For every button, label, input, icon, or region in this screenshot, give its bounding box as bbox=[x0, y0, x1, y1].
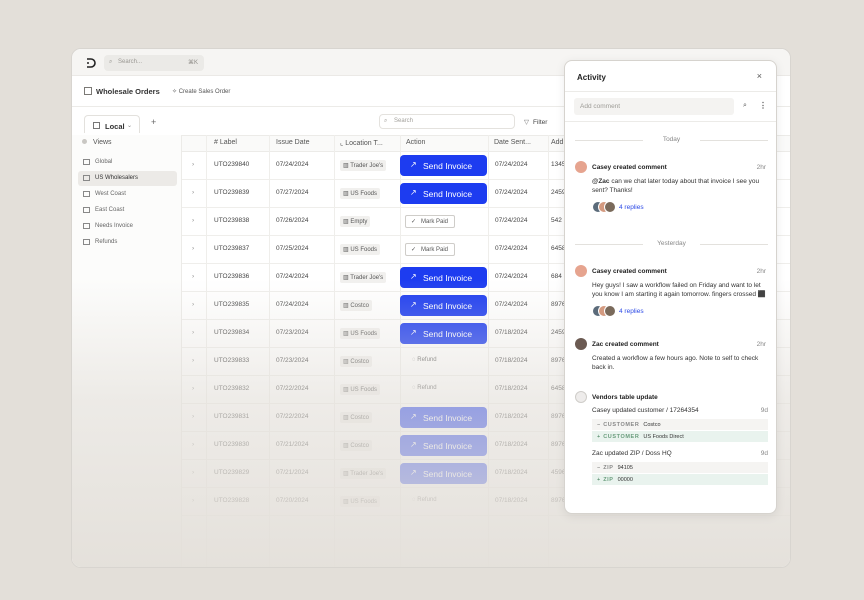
order-label: UTO239840 bbox=[214, 161, 250, 168]
diff-removed: − ZIP 94105 bbox=[592, 462, 768, 473]
column-header-issue-date[interactable]: Issue Date bbox=[276, 135, 309, 151]
issue-date: 07/27/2024 bbox=[276, 189, 309, 196]
table-icon bbox=[83, 223, 90, 229]
table-icon bbox=[83, 191, 90, 197]
sidebar-item-refunds[interactable]: Refunds bbox=[78, 235, 177, 250]
issue-date: 07/25/2024 bbox=[276, 245, 309, 252]
add-comment-input[interactable]: Add comment bbox=[574, 98, 734, 115]
entry-time: 2hr bbox=[756, 268, 766, 275]
date-sent: 07/24/2024 bbox=[495, 245, 528, 252]
entry-time: 2hr bbox=[756, 164, 766, 171]
comment-body: @Zac can we chat later today about that … bbox=[592, 178, 760, 194]
create-sales-order-button[interactable]: ✧ Create Sales Order bbox=[172, 88, 230, 95]
update-line: Zac updated ZIP / Doss HQ 9d bbox=[592, 450, 768, 457]
entry-title: Zac created comment bbox=[592, 341, 659, 348]
entry-title: Vendors table update bbox=[592, 394, 658, 401]
database-icon bbox=[575, 391, 587, 403]
order-label: UTO239838 bbox=[214, 217, 250, 224]
location-tag: ▥ US Foods bbox=[340, 244, 381, 255]
check-icon: ✓ bbox=[411, 247, 417, 253]
views-heading: Views bbox=[82, 139, 112, 146]
day-divider-yesterday: Yesterday bbox=[575, 240, 768, 250]
table-icon bbox=[83, 207, 90, 213]
filter-button[interactable]: ▽ Filter bbox=[524, 118, 547, 126]
location-tag: ▥ Trader Joe's bbox=[340, 160, 387, 171]
table-icon bbox=[83, 175, 90, 181]
date-sent: 07/24/2024 bbox=[495, 161, 528, 168]
sidebar-item-global[interactable]: Global bbox=[78, 155, 177, 170]
more-options-icon[interactable]: ⋮ bbox=[759, 101, 767, 110]
table-icon bbox=[83, 239, 90, 245]
send-invoice-button[interactable]: ↗Send Invoice bbox=[400, 155, 487, 176]
entry-title: Casey created comment bbox=[592, 268, 667, 275]
column-header-action[interactable]: Action bbox=[406, 135, 425, 151]
tab-local[interactable]: Local ⌄ bbox=[84, 115, 140, 133]
table-icon bbox=[84, 87, 92, 95]
add-tab-button[interactable]: + bbox=[151, 117, 156, 127]
order-label: UTO239839 bbox=[214, 189, 250, 196]
table-icon bbox=[93, 122, 100, 129]
views-dot-icon bbox=[82, 139, 87, 144]
order-label: UTO239837 bbox=[214, 245, 250, 252]
entry-title: Casey created comment bbox=[592, 164, 667, 171]
avatar bbox=[575, 338, 587, 350]
expand-row-icon[interactable]: › bbox=[192, 217, 194, 224]
column-header-label[interactable]: # Label bbox=[214, 135, 237, 151]
search-icon: ⌕ bbox=[109, 59, 113, 65]
column-header-address[interactable]: Add bbox=[551, 135, 563, 151]
send-invoice-button[interactable]: ↗Send Invoice bbox=[400, 183, 487, 204]
close-icon[interactable]: × bbox=[757, 71, 762, 81]
entry-time: 2hr bbox=[756, 341, 766, 348]
column-header-date-sent[interactable]: Date Sent... bbox=[494, 135, 531, 151]
comment-body: Hey guys! I saw a workflow failed on Fri… bbox=[592, 282, 766, 298]
diff-added: + CUSTOMER US Foods Direct bbox=[592, 431, 768, 442]
search-icon[interactable]: ⌕ bbox=[743, 102, 747, 110]
date-sent: 07/24/2024 bbox=[495, 189, 528, 196]
expand-row-icon[interactable]: › bbox=[192, 189, 194, 196]
comment-body: Created a workflow a few hours ago. Note… bbox=[592, 355, 759, 371]
mark-paid-button[interactable]: ✓ Mark Paid bbox=[405, 215, 455, 228]
activity-panel: Activity × Add comment ⌕ ⋮ Today Casey c… bbox=[564, 60, 777, 514]
page-title: Wholesale Orders bbox=[96, 87, 160, 96]
avatar bbox=[604, 305, 616, 317]
activity-title: Activity bbox=[577, 73, 606, 82]
shortcut-hint: ⌘K bbox=[187, 60, 198, 66]
diff-removed: − CUSTOMER Costco bbox=[592, 419, 768, 430]
sidebar-item-us-wholesalers[interactable]: US Wholesalers bbox=[78, 171, 177, 186]
location-tag: ▥ Empty bbox=[340, 216, 371, 227]
table-search-input[interactable]: ⌕ Search bbox=[379, 114, 515, 129]
update-line: Casey updated customer / 17264354 9d bbox=[592, 407, 768, 414]
mark-paid-button[interactable]: ✓ Mark Paid bbox=[405, 243, 455, 256]
avatar bbox=[604, 201, 616, 213]
filter-icon: ▽ bbox=[524, 119, 529, 126]
sidebar-item-west-coast[interactable]: West Coast bbox=[78, 187, 177, 202]
column-header-location[interactable]: ⌞ Location T... bbox=[340, 135, 383, 151]
sparkle-icon: ✧ bbox=[172, 89, 179, 95]
expand-row-icon[interactable]: › bbox=[192, 245, 194, 252]
avatar bbox=[575, 161, 587, 173]
arrow-up-right-icon: ↗ bbox=[410, 160, 417, 169]
avatar bbox=[575, 265, 587, 277]
location-tag: ▥ US Foods bbox=[340, 188, 381, 199]
issue-date: 07/26/2024 bbox=[276, 217, 309, 224]
expand-row-icon[interactable]: › bbox=[192, 161, 194, 168]
issue-date: 07/24/2024 bbox=[276, 161, 309, 168]
sidebar-item-needs-invoice[interactable]: Needs Invoice bbox=[78, 219, 177, 234]
date-sent: 07/24/2024 bbox=[495, 217, 528, 224]
chevron-down-icon: ⌄ bbox=[127, 123, 133, 129]
diff-added: + ZIP 00000 bbox=[592, 474, 768, 485]
sidebar-item-east-coast[interactable]: East Coast bbox=[78, 203, 177, 218]
check-icon: ✓ bbox=[411, 219, 417, 225]
app-logo-icon[interactable] bbox=[86, 58, 96, 68]
day-divider-today: Today bbox=[575, 136, 768, 146]
arrow-up-right-icon: ↗ bbox=[410, 188, 417, 197]
global-search-input[interactable]: ⌕ Search... ⌘K bbox=[104, 55, 204, 71]
table-icon bbox=[83, 159, 90, 165]
search-icon: ⌕ bbox=[384, 118, 388, 124]
